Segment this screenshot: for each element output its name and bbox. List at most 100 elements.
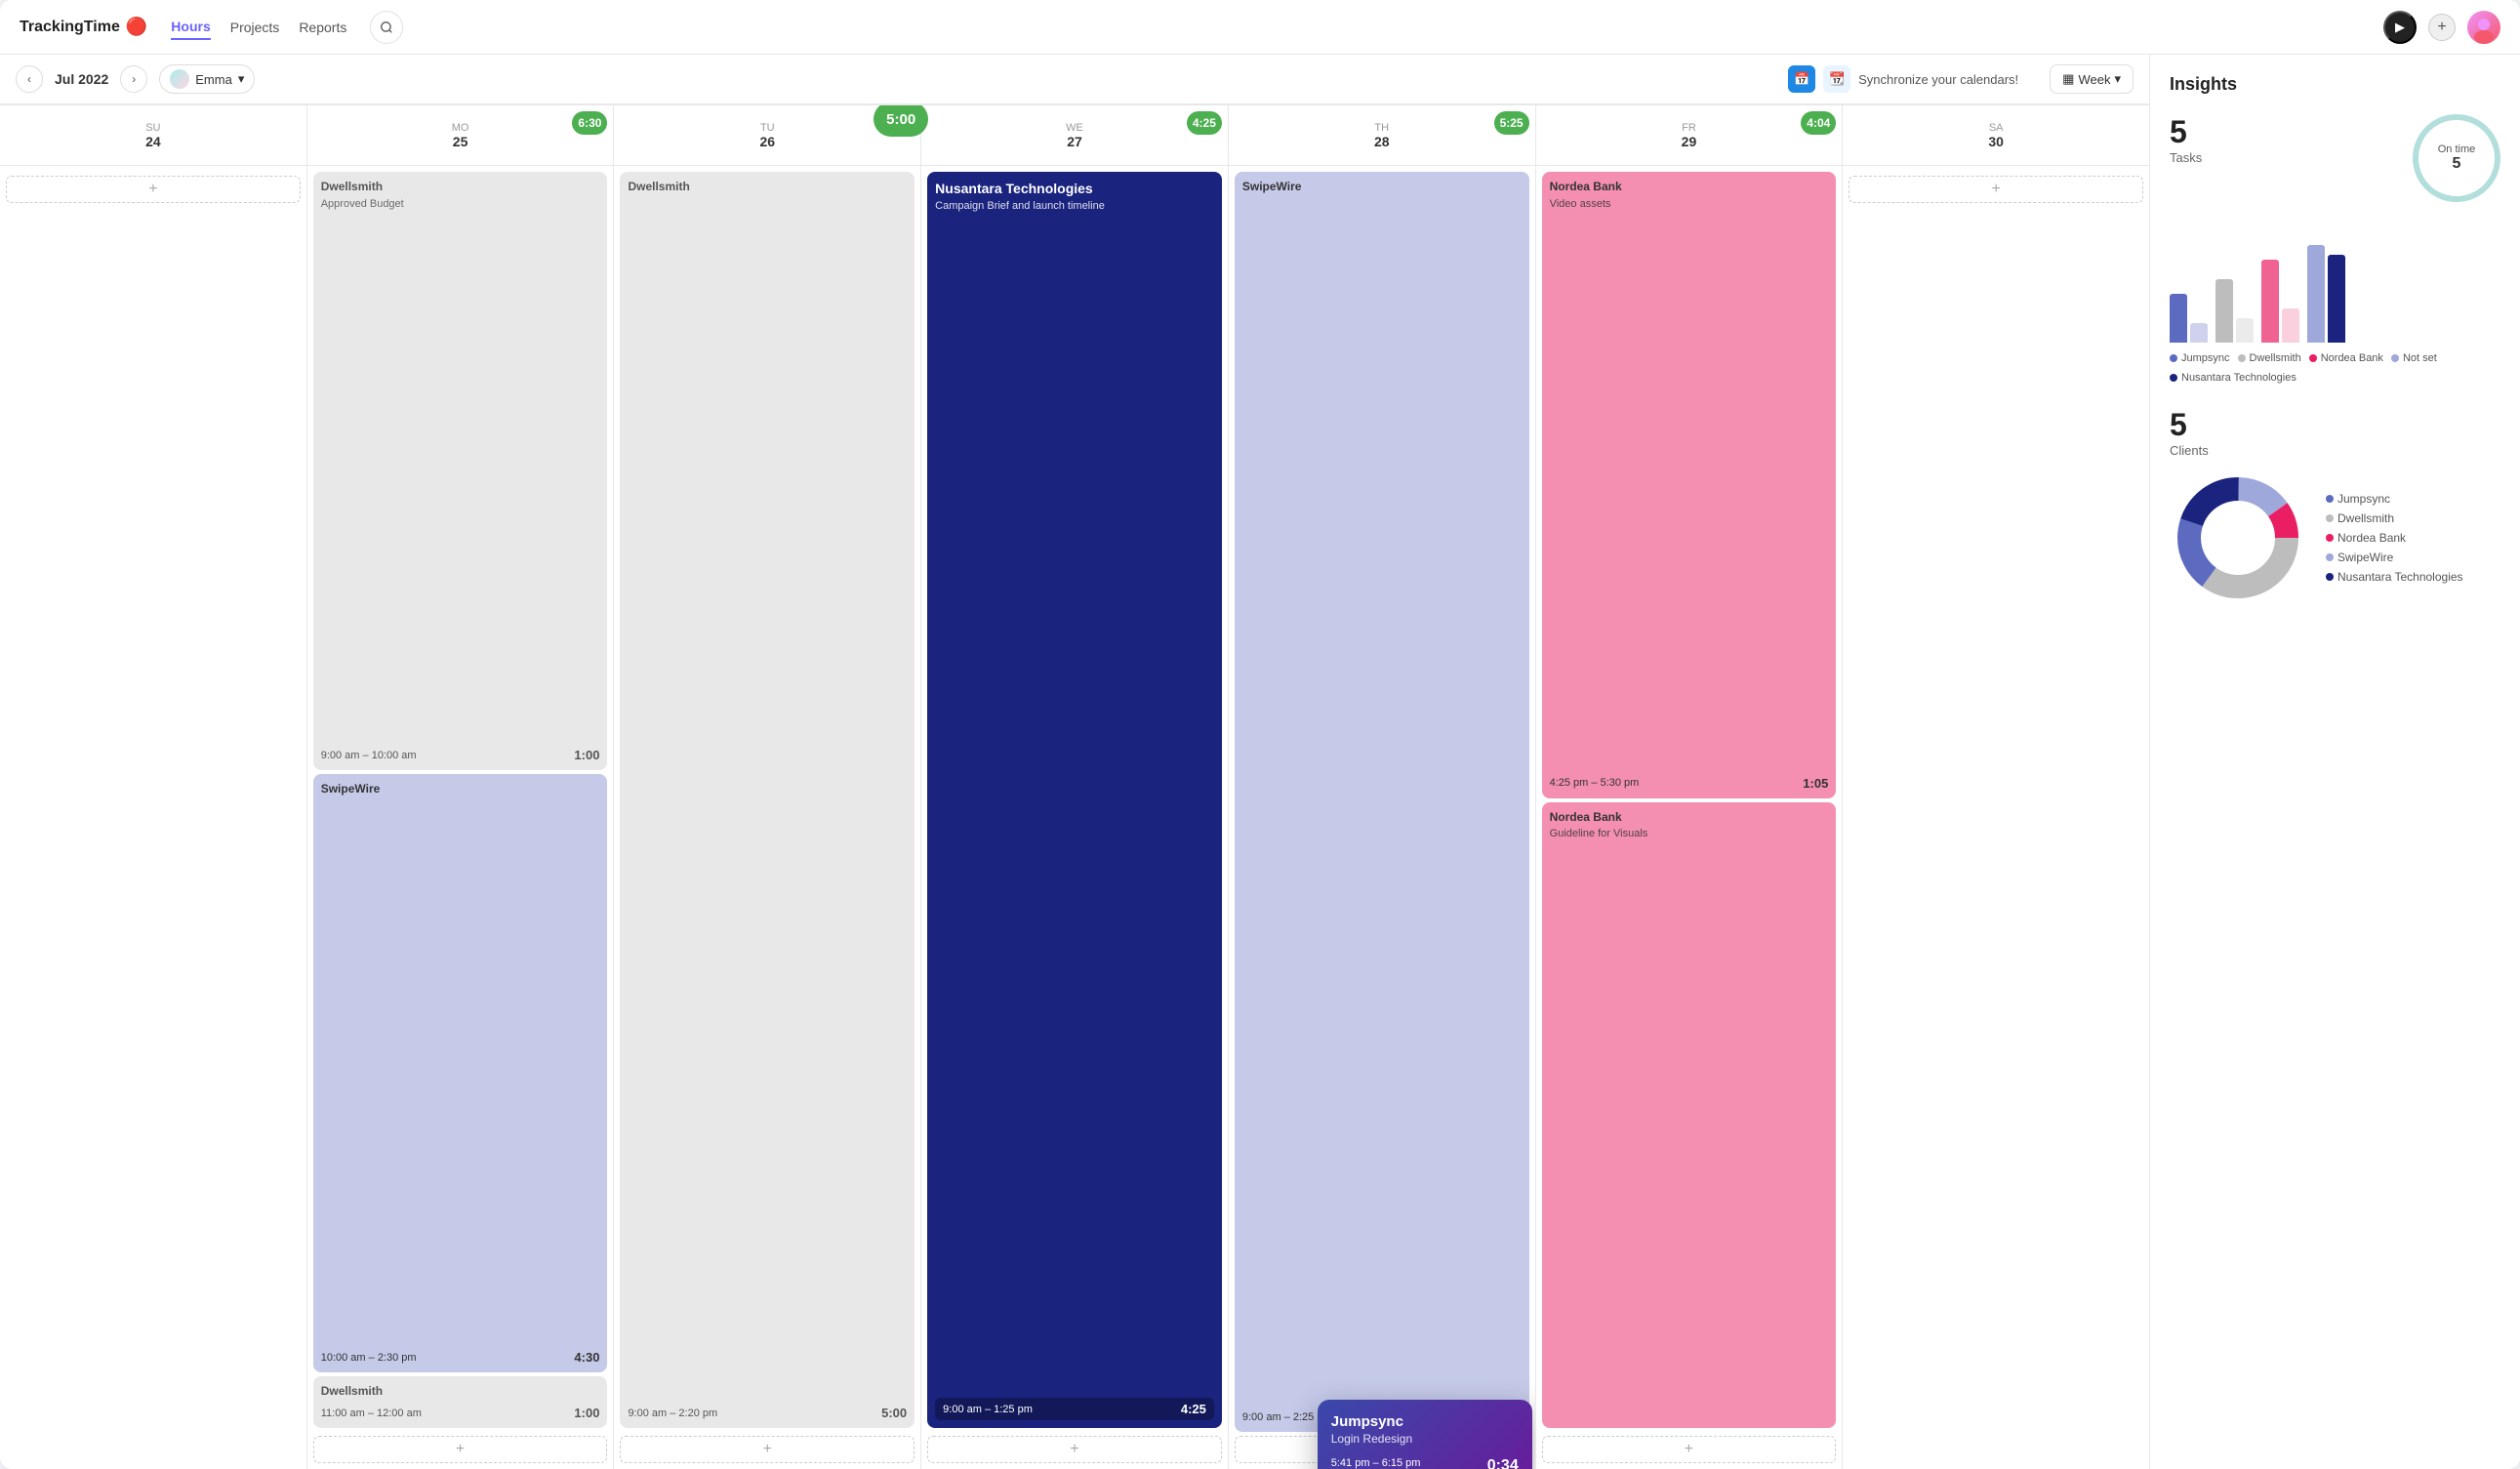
add-event-we[interactable]: + [927, 1436, 1222, 1463]
clients-legend-nusantara: Nusantara Technologies [2326, 570, 2463, 584]
event-duration: 1:05 [1803, 776, 1828, 791]
nav-projects[interactable]: Projects [230, 16, 280, 39]
add-event-fr[interactable]: + [1542, 1436, 1837, 1463]
calendar-grid: SU 24 + MO 25 6:30 [0, 104, 2149, 1469]
day-name-mo: MO [452, 122, 469, 134]
clients-legend-jumpsync: Jumpsync [2326, 492, 2463, 506]
day-col-mo: MO 25 6:30 Dwellsmith Approved Budget 9:… [307, 105, 615, 1469]
next-month-button[interactable]: › [120, 65, 147, 93]
on-time-num: 5 [2453, 155, 2461, 173]
calendar-icon-1: 📅 [1788, 65, 1815, 93]
add-event-tu[interactable]: + [620, 1436, 915, 1463]
event-time: 9:00 am – 2:20 pm 5:00 [628, 1400, 907, 1420]
clients-section: 5 Clients [2170, 407, 2500, 606]
month-label: Jul 2022 [55, 71, 108, 87]
day-name-th: TH [1374, 122, 1389, 134]
event-swipewire-th[interactable]: SwipeWire 9:00 am – 2:25 pm 5:25 [1235, 172, 1529, 1432]
search-button[interactable] [370, 11, 403, 44]
clients-legend-nordea: Nordea Bank [2326, 531, 2463, 545]
clients-legend: Jumpsync Dwellsmith Nordea Bank Swi [2326, 492, 2463, 584]
event-dwellsmith-mo2[interactable]: Dwellsmith 11:00 am – 12:00 am 1:00 [313, 1376, 608, 1428]
user-dropdown-icon: ▾ [238, 71, 245, 87]
add-event-su[interactable]: + [6, 176, 301, 203]
user-name: Emma [195, 72, 232, 87]
event-time-range: 9:00 am – 1:25 pm [943, 1404, 1033, 1415]
jumpsync-title: Jumpsync [1331, 1413, 1519, 1430]
user-avatar[interactable] [2467, 11, 2500, 44]
legend-nordea: Nordea Bank [2309, 352, 2383, 364]
logo-icon: 🔴 [126, 17, 147, 37]
user-pill[interactable]: Emma ▾ [159, 64, 255, 94]
insights-title: Insights [2170, 74, 2500, 95]
nav-right: ▶ + [2383, 11, 2500, 44]
event-time-range: 11:00 am – 12:00 am [321, 1408, 422, 1419]
event-time-range: 4:25 pm – 5:30 pm [1550, 777, 1640, 789]
legend-dot-dwellsmith [2238, 354, 2246, 362]
day-num-mo: 25 [453, 134, 468, 149]
week-view-button[interactable]: ▦ Week ▾ [2050, 64, 2134, 94]
event-title: Nordea Bank [1550, 810, 1829, 826]
bar-dwellsmith2 [2236, 318, 2254, 343]
add-event-mo[interactable]: + [313, 1436, 608, 1463]
day-content-sa: + [1843, 166, 2149, 1469]
clients-dot-swipewire [2326, 553, 2334, 561]
bar-chart-inner [2170, 225, 2500, 343]
add-event-sa[interactable]: + [1849, 176, 2143, 203]
legend-dwellsmith: Dwellsmith [2238, 352, 2301, 364]
day-name-sa: SA [1989, 122, 2004, 134]
event-time: 9:00 am – 1:25 pm 4:25 [935, 1398, 1214, 1420]
event-title: SwipeWire [1242, 180, 1522, 195]
prev-month-button[interactable]: ‹ [16, 65, 43, 93]
event-duration: 1:00 [574, 748, 599, 762]
event-subtitle: Campaign Brief and launch timeline [935, 199, 1214, 213]
sync-banner[interactable]: 📅 📆 Synchronize your calendars! [1788, 65, 2018, 93]
clients-dot-nusantara [2326, 573, 2334, 581]
day-header-tu: TU 26 5:00 [614, 105, 920, 166]
event-duration: 4:25 [1181, 1402, 1206, 1416]
nav-links: Hours Projects Reports [171, 15, 346, 40]
day-col-tu: TU 26 5:00 Dwellsmith 9:00 am – 2:20 pm … [614, 105, 921, 1469]
event-subtitle: Video assets [1550, 197, 1829, 211]
legend-label-jumpsync: Jumpsync [2181, 352, 2230, 364]
nav-hours[interactable]: Hours [171, 15, 210, 40]
legend-label-dwellsmith: Dwellsmith [2250, 352, 2301, 364]
legend-dot-nordea [2309, 354, 2317, 362]
event-swipewire-mo[interactable]: SwipeWire 10:00 am – 2:30 pm 4:30 [313, 774, 608, 1372]
donut-svg [2170, 469, 2306, 606]
tasks-label: Tasks [2170, 150, 2202, 165]
day-col-we: WE 27 4:25 Nusantara Technologies Campai… [921, 105, 1229, 1469]
bar-dwellsmith [2215, 279, 2233, 343]
event-nordea-2[interactable]: Nordea Bank Guideline for Visuals [1542, 802, 1837, 1429]
event-dwellsmith-mo[interactable]: Dwellsmith Approved Budget 9:00 am – 10:… [313, 172, 608, 770]
add-button[interactable]: + [2428, 14, 2456, 41]
event-title: SwipeWire [321, 782, 600, 797]
jumpsync-duration: 0:34 [1487, 1457, 1519, 1469]
event-nordea-1[interactable]: Nordea Bank Video assets 4:25 pm – 5:30 … [1542, 172, 1837, 798]
top-nav: TrackingTime 🔴 Hours Projects Reports ▶ … [0, 0, 2520, 55]
day-name-we: WE [1066, 122, 1083, 134]
day-content-we: Nusantara Technologies Campaign Brief an… [921, 166, 1228, 1469]
clients-dot-dwellsmith [2326, 514, 2334, 522]
jumpsync-time-range: 5:41 pm – 6:15 pm [1331, 1457, 1421, 1469]
event-subtitle: Guideline for Visuals [1550, 827, 1829, 840]
day-num-we: 27 [1067, 134, 1082, 149]
play-timer-button[interactable]: ▶ [2383, 11, 2417, 44]
logo: TrackingTime 🔴 [20, 17, 147, 37]
day-content-tu: Dwellsmith 9:00 am – 2:20 pm 5:00 + [614, 166, 920, 1469]
main-layout: ‹ Jul 2022 › Emma ▾ 📅 📆 Synchronize your… [0, 55, 2520, 1469]
event-duration: 5:00 [881, 1406, 907, 1420]
bar-group-dwellsmith [2215, 279, 2254, 343]
logo-text: TrackingTime [20, 19, 120, 36]
clients-label-nordea: Nordea Bank [2337, 531, 2406, 545]
jumpsync-tooltip-card[interactable]: Jumpsync Login Redesign 5:41 pm – 6:15 p… [1318, 1400, 1532, 1469]
legend-dot-nusantara [2170, 374, 2177, 382]
legend-dot-notset [2391, 354, 2399, 362]
nav-reports[interactable]: Reports [299, 16, 346, 39]
legend-label-nusantara: Nusantara Technologies [2181, 372, 2296, 384]
day-col-fr: FR 29 4:04 Nordea Bank Video assets 4:25… [1536, 105, 1844, 1469]
fr-badge: 4:04 [1801, 111, 1836, 135]
event-dwellsmith-tu[interactable]: Dwellsmith 9:00 am – 2:20 pm 5:00 [620, 172, 915, 1428]
event-nusantara[interactable]: Nusantara Technologies Campaign Brief an… [927, 172, 1222, 1428]
bar-nordea [2261, 260, 2279, 343]
on-time-circle: On time 5 [2413, 114, 2500, 202]
